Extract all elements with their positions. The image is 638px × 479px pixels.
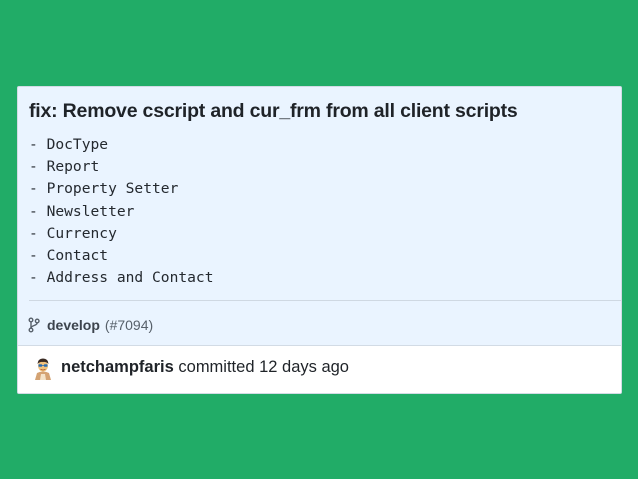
divider — [29, 300, 621, 301]
git-branch-icon — [28, 317, 42, 333]
avatar[interactable] — [32, 356, 54, 380]
commit-title[interactable]: fix: Remove cscript and cur_frm from all… — [29, 100, 518, 123]
commit-body-line: - Currency — [29, 224, 117, 242]
commit-body-line: - Report — [29, 158, 100, 176]
commit-time-text: committed 12 days ago — [178, 358, 349, 376]
commit-card: fix: Remove cscript and cur_frm from all… — [17, 86, 622, 394]
commit-body: - DocType - Report - Property Setter - N… — [29, 134, 214, 289]
commit-body-line: - Address and Contact — [29, 269, 214, 287]
author-link[interactable]: netchampfaris — [61, 358, 174, 376]
branch-row: develop (#7094) — [28, 315, 153, 335]
commit-body-line: - Property Setter — [29, 180, 179, 198]
pull-request-link[interactable]: (#7094) — [105, 317, 153, 333]
commit-body-line: - Contact — [29, 247, 109, 265]
author-line: netchampfaris committed 12 days ago — [61, 358, 349, 377]
commit-body-line: - Newsletter — [29, 202, 135, 220]
branch-link[interactable]: develop — [47, 317, 100, 333]
commit-meta: netchampfaris committed 12 days ago — [18, 345, 621, 393]
commit-body-line: - DocType — [29, 136, 109, 153]
